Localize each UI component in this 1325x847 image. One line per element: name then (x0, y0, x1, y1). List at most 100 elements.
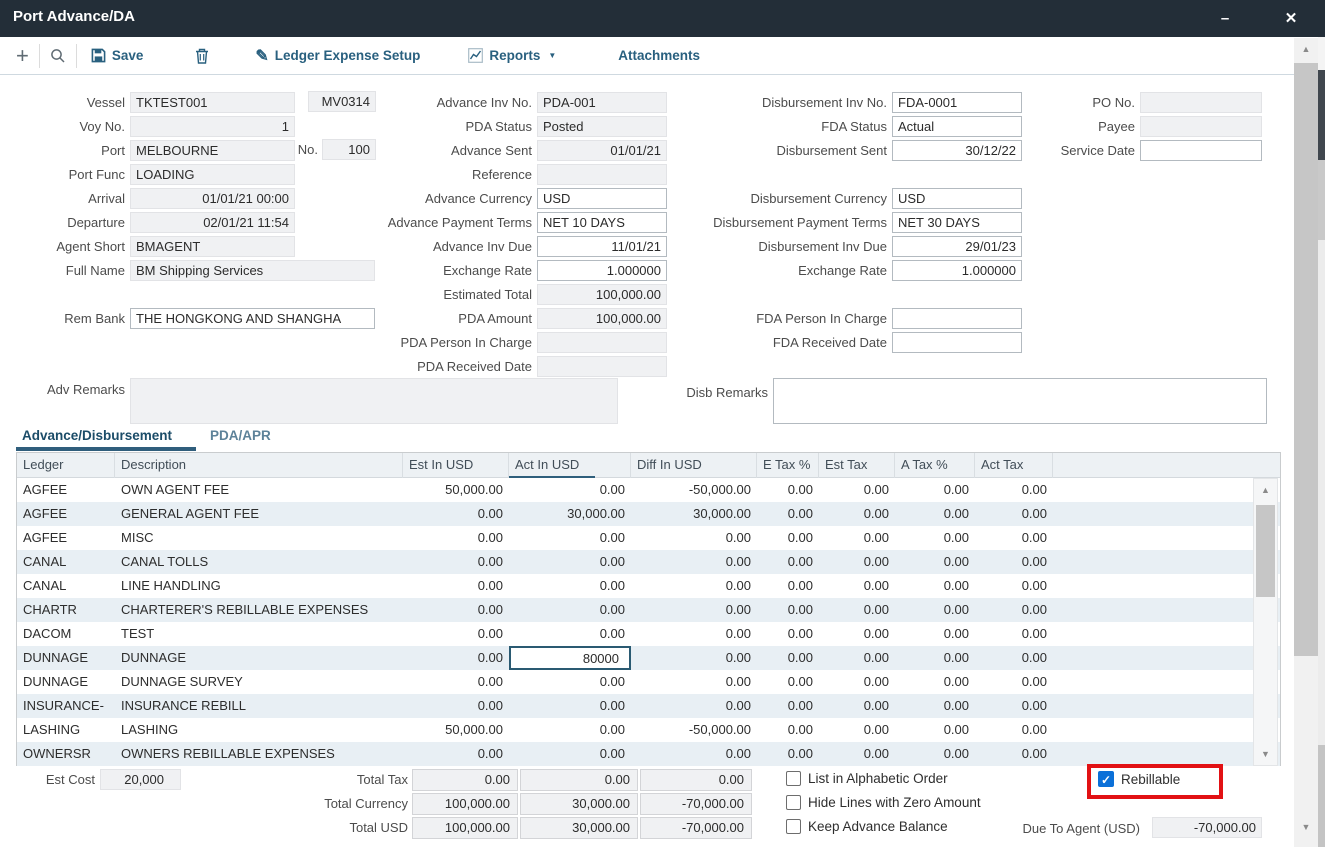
cell[interactable]: 0.00 (757, 742, 819, 766)
cell[interactable]: DACOM (17, 622, 115, 646)
cell[interactable]: 0.00 (819, 502, 895, 526)
cell[interactable]: 0.00 (509, 598, 631, 622)
table-row[interactable]: DACOMTEST0.000.000.000.000.000.000.00 (17, 622, 1280, 646)
pda-amount-input[interactable] (537, 308, 667, 329)
cell[interactable]: 0.00 (757, 526, 819, 550)
cell[interactable]: 0.00 (509, 718, 631, 742)
est-cost-input[interactable] (100, 769, 181, 790)
grid-scrollbar-thumb[interactable] (1256, 505, 1275, 597)
cell[interactable]: 0.00 (403, 526, 509, 550)
po-no-input[interactable] (1140, 92, 1262, 113)
cell[interactable]: 0.00 (895, 622, 975, 646)
search-button[interactable] (50, 48, 66, 64)
cell[interactable]: CANAL TOLLS (115, 550, 403, 574)
cell[interactable]: 0.00 (819, 550, 895, 574)
cell[interactable]: 0.00 (403, 694, 509, 718)
cell[interactable]: AGFEE (17, 478, 115, 502)
window-scrollbar-thumb[interactable] (1294, 63, 1318, 656)
cell[interactable]: 0.00 (975, 574, 1053, 598)
grid-scrollbar[interactable]: ▲ ▼ (1253, 478, 1278, 766)
column-header-a-tax[interactable]: A Tax % (895, 453, 975, 478)
cell[interactable]: LINE HANDLING (115, 574, 403, 598)
advance-sent-input[interactable] (537, 140, 667, 161)
cell[interactable]: 0.00 (509, 694, 631, 718)
cell[interactable]: 0.00 (757, 478, 819, 502)
cell[interactable]: 0.00 (403, 670, 509, 694)
attachments-button[interactable]: Attachments (618, 48, 700, 63)
checkbox-rebillable[interactable]: ✓ Rebillable (1098, 771, 1180, 787)
tab-pda-apr[interactable]: PDA/APR (210, 428, 271, 450)
table-row[interactable]: DUNNAGEDUNNAGE SURVEY0.000.000.000.000.0… (17, 670, 1280, 694)
save-button[interactable]: Save (91, 48, 144, 63)
cell[interactable]: 0.00 (757, 718, 819, 742)
cell[interactable]: 0.00 (403, 622, 509, 646)
cell[interactable]: 0.00 (975, 526, 1053, 550)
cell[interactable]: 0.00 (895, 598, 975, 622)
cell[interactable]: 0.00 (757, 670, 819, 694)
disbursement-exchange-rate-input[interactable] (892, 260, 1022, 281)
cell[interactable]: 0.00 (819, 718, 895, 742)
advance-inv-due-input[interactable] (537, 236, 667, 257)
table-row[interactable]: CANALLINE HANDLING0.000.000.000.000.000.… (17, 574, 1280, 598)
cell[interactable]: DUNNAGE (17, 670, 115, 694)
column-header-ledger[interactable]: Ledger (17, 453, 115, 478)
cell[interactable]: 0.00 (403, 742, 509, 766)
cell[interactable]: 0.00 (631, 742, 757, 766)
cell[interactable]: 0.00 (819, 670, 895, 694)
port-func-input[interactable] (130, 164, 295, 185)
cell[interactable]: 0.00 (631, 694, 757, 718)
cell[interactable]: 0.00 (895, 670, 975, 694)
cell[interactable]: 0.00 (757, 574, 819, 598)
cell[interactable]: 30,000.00 (631, 502, 757, 526)
cell[interactable]: 0.00 (975, 502, 1053, 526)
cell[interactable]: 0.00 (975, 646, 1053, 670)
cell[interactable]: 0.00 (631, 646, 757, 670)
cell[interactable]: 30,000.00 (509, 502, 631, 526)
disbursement-inv-due-input[interactable] (892, 236, 1022, 257)
cell[interactable]: CANAL (17, 574, 115, 598)
fda-status-input[interactable] (892, 116, 1022, 137)
service-date-input[interactable] (1140, 140, 1262, 161)
cell[interactable]: OWNERSR (17, 742, 115, 766)
cell[interactable]: 0.00 (631, 550, 757, 574)
cell[interactable]: 0.00 (757, 550, 819, 574)
pda-status-input[interactable] (537, 116, 667, 137)
cell[interactable]: 0.00 (631, 574, 757, 598)
scroll-up-icon[interactable]: ▲ (1254, 481, 1277, 499)
reference-input[interactable] (537, 164, 667, 185)
cell[interactable]: 0.00 (757, 598, 819, 622)
table-row[interactable]: INSURANCE-INSURANCE REBILL0.000.000.000.… (17, 694, 1280, 718)
column-header-diff-in-usd[interactable]: Diff In USD (631, 453, 757, 478)
cell[interactable]: CHARTERER'S REBILLABLE EXPENSES (115, 598, 403, 622)
cell[interactable]: INSURANCE- (17, 694, 115, 718)
cell[interactable]: 0.00 (975, 670, 1053, 694)
cell[interactable]: 0.00 (631, 622, 757, 646)
scroll-down-icon[interactable]: ▼ (1254, 745, 1277, 763)
disb-remarks-textarea[interactable] (773, 378, 1267, 424)
cell[interactable]: 0.00 (819, 622, 895, 646)
cell[interactable]: 0.00 (757, 502, 819, 526)
cell[interactable]: 0.00 (631, 526, 757, 550)
cell[interactable]: 0.00 (895, 646, 975, 670)
column-header-est-tax[interactable]: Est Tax (819, 453, 895, 478)
cell[interactable]: 0.00 (975, 622, 1053, 646)
cell[interactable]: 0.00 (895, 574, 975, 598)
table-row[interactable]: CANALCANAL TOLLS0.000.000.000.000.000.00… (17, 550, 1280, 574)
cell[interactable]: 0.00 (509, 622, 631, 646)
cell[interactable]: AGFEE (17, 502, 115, 526)
due-to-agent-input[interactable] (1152, 817, 1262, 838)
cell[interactable]: 0.00 (403, 550, 509, 574)
vessel-input[interactable] (130, 92, 295, 113)
cell[interactable]: 0.00 (975, 598, 1053, 622)
reports-button[interactable]: Reports ▼ (468, 48, 556, 63)
cell[interactable]: TEST (115, 622, 403, 646)
checkbox-list-in-alphabetic-order[interactable]: List in Alphabetic Order (786, 771, 948, 786)
adv-remarks-textarea[interactable] (130, 378, 618, 424)
disbursement-inv-no-input[interactable] (892, 92, 1022, 113)
cell[interactable]: 0.00 (895, 742, 975, 766)
agent-short-input[interactable] (130, 236, 295, 257)
cell[interactable]: -50,000.00 (631, 718, 757, 742)
cell[interactable]: LASHING (17, 718, 115, 742)
cell[interactable]: 0.00 (895, 502, 975, 526)
cell[interactable]: 0.00 (819, 478, 895, 502)
